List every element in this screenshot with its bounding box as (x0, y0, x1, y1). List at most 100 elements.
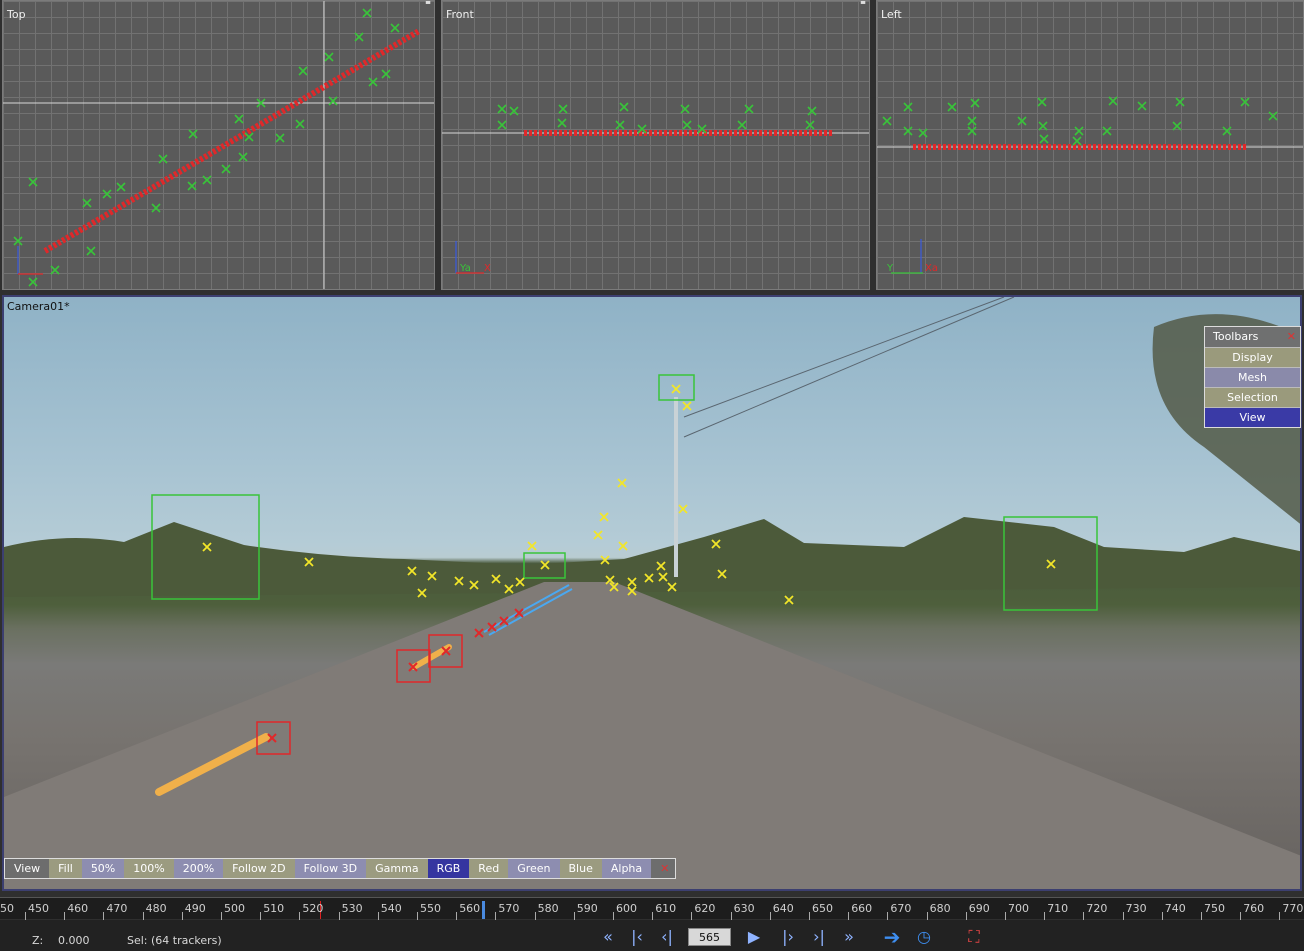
timeline-tick-label: 500 (224, 902, 245, 915)
camera-title: Camera01* (7, 300, 70, 313)
timeline-tick-mark (103, 912, 105, 920)
front-axis-label-ya: Ya (459, 263, 471, 274)
timeline-tick-mark (1083, 912, 1085, 920)
toolbar-selection-button[interactable]: Selection (1205, 387, 1300, 407)
tracker-marker-green (805, 120, 815, 130)
front-view-scene: Ya X (442, 102, 869, 274)
gamma-button[interactable]: Gamma (366, 859, 428, 878)
selection-count: Sel: (64 trackers) (127, 934, 222, 947)
view-toolbar: View Fill 50% 100% 200% Follow 2D Follow… (4, 858, 677, 879)
blue-channel-button[interactable]: Blue (559, 859, 602, 878)
timeline-tick-mark (456, 912, 458, 920)
timeline-tick-mark (1161, 912, 1163, 920)
fast-forward-icon[interactable]: » (838, 926, 860, 948)
timeline-tick-mark (926, 912, 928, 920)
timeline-tick-mark (338, 912, 340, 920)
viewport-left[interactable]: Left Y Xa (876, 0, 1304, 290)
timeline-tick-mark (848, 912, 850, 920)
left-view-scene: Y Xa (877, 96, 1303, 274)
tracker-marker-yellow (678, 504, 688, 514)
treeline (4, 517, 1300, 597)
tracker-marker-green (324, 52, 334, 62)
timeline-tick-label: 760 (1243, 902, 1265, 915)
tracker-marker-green (28, 277, 38, 287)
toolbar-display-button[interactable]: Display (1205, 347, 1300, 367)
toolbars-panel-title: Toolbars (1213, 330, 1259, 343)
tracker-marker-yellow (784, 595, 794, 605)
tracker-marker-green (86, 246, 96, 256)
timeline-ruler[interactable]: 50 450 460 470 480 490 500 510 520 530 540 550 560 5… (0, 897, 1304, 920)
timeline-tick-label: 700 (1008, 902, 1029, 915)
left-axis-label-y: Y (886, 263, 894, 274)
zoom-200-button[interactable]: 200% (173, 859, 224, 878)
tracker-marker-green (362, 8, 372, 18)
tracker-marker-yellow (593, 530, 603, 540)
timeline-tick-mark (495, 912, 497, 920)
rewind-icon[interactable]: « (597, 926, 619, 948)
tracker-marker-yellow (617, 478, 627, 488)
alpha-channel-button[interactable]: Alpha (601, 859, 652, 878)
close-icon[interactable]: ✕ (651, 859, 676, 878)
timeline-tick-mark (377, 912, 379, 920)
zoom-50-button[interactable]: 50% (81, 859, 125, 878)
rgb-button[interactable]: RGB (427, 859, 470, 878)
tracker-marker-green (497, 120, 507, 130)
tracker-marker-green (497, 104, 507, 114)
timeline-tick-label: 620 (694, 902, 716, 915)
go-to-end-icon[interactable]: ›| (808, 926, 830, 948)
camera-viewport[interactable]: Camera01* (2, 295, 1302, 891)
toolbars-panel-header: Toolbars ✕ (1205, 327, 1300, 347)
tracker-marker-green (1102, 126, 1112, 136)
arrow-right-icon[interactable]: ➔ (881, 926, 903, 948)
clock-icon[interactable]: ◷ (913, 926, 935, 948)
play-icon[interactable]: ▶ (743, 926, 765, 948)
tracker-marker-green (619, 102, 629, 112)
timeline-tick-label: 670 (890, 902, 912, 915)
status-bar: Z: 0.000 Sel: (64 trackers) (0, 920, 1304, 951)
close-icon[interactable]: ✕ (1287, 330, 1296, 343)
zoom-100-button[interactable]: 100% (124, 859, 174, 878)
timeline-tick-label: 590 (576, 902, 598, 915)
timeline-tick-label: 640 (772, 902, 794, 915)
red-channel-button[interactable]: Red (469, 859, 509, 878)
follow-2d-button[interactable]: Follow 2D (223, 859, 295, 878)
tracker-marker-green (970, 98, 980, 108)
tracker-marker-green (744, 104, 754, 114)
viewport-front[interactable]: Front ▪ Ya X (441, 0, 870, 290)
view-button[interactable]: View (5, 859, 50, 878)
timeline-tick-mark (1044, 912, 1046, 920)
tracker-marker-green (295, 119, 305, 129)
tracker-marker-green (50, 265, 60, 275)
expand-icon[interactable]: ⛶ (963, 926, 985, 948)
tracker-marker-green (328, 96, 338, 106)
step-back-icon[interactable]: ‹| (656, 926, 678, 948)
follow-3d-button[interactable]: Follow 3D (294, 859, 367, 878)
tracker-marker-green (682, 120, 692, 130)
tracker-marker-green (1175, 97, 1185, 107)
timeline-tick-label: 740 (1164, 902, 1186, 915)
step-forward-icon[interactable]: |› (777, 926, 799, 948)
go-to-start-icon[interactable]: |‹ (626, 926, 648, 948)
timeline-tick-mark (965, 912, 967, 920)
fill-button[interactable]: Fill (49, 859, 82, 878)
tracker-marker-green (1137, 101, 1147, 111)
toolbar-mesh-button[interactable]: Mesh (1205, 367, 1300, 387)
timeline-tick-label: 720 (1086, 902, 1108, 915)
tracker-marker-green (557, 118, 567, 128)
tracker-marker-green (116, 182, 126, 192)
tracker-marker-green (381, 69, 391, 79)
timeline-tick-mark (142, 912, 144, 920)
toolbar-view-button[interactable]: View (1205, 407, 1300, 427)
tracker-marker-green (238, 152, 248, 162)
current-frame-field[interactable]: 565 (688, 928, 731, 946)
tracker-marker-yellow (599, 512, 609, 522)
timeline-tick-label: 650 (812, 902, 833, 915)
green-channel-button[interactable]: Green (508, 859, 560, 878)
tracker-marker-green (354, 32, 364, 42)
timeline-tick-label: 560 (459, 902, 481, 915)
timeline-tick-label: 480 (145, 902, 167, 915)
viewport-top[interactable]: Top ▪ (2, 0, 435, 290)
timeline-playhead[interactable] (482, 901, 485, 919)
timeline-tick-label: 450 (28, 902, 49, 915)
tracker-marker-green (967, 116, 977, 126)
